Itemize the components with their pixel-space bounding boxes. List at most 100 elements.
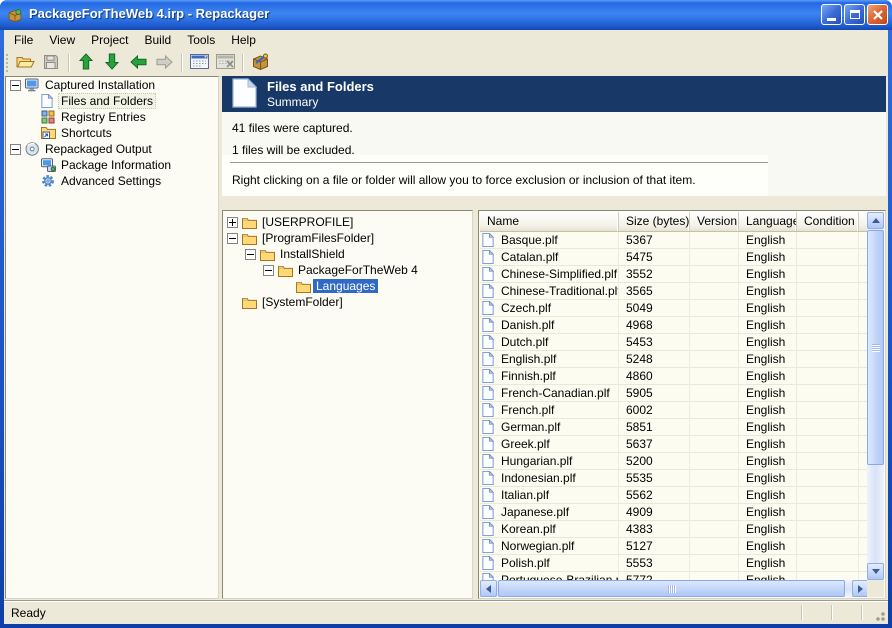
files-icon: [41, 94, 58, 108]
scroll-up-button[interactable]: [867, 212, 884, 229]
cell-language: English: [739, 521, 797, 538]
cell-language: English: [739, 266, 797, 283]
build-package-button[interactable]: [247, 51, 273, 75]
move-up-button[interactable]: [73, 51, 99, 75]
file-row-japanese-plf[interactable]: Japanese.plf4909English: [480, 504, 869, 521]
cell-name: Czech.plf: [480, 300, 619, 317]
column-header-condition[interactable]: Condition: [797, 212, 859, 231]
cell-version: [690, 402, 739, 419]
file-row-german-plf[interactable]: German.plf5851English: [480, 419, 869, 436]
summary-captured-line: 41 files were captured.: [232, 121, 353, 135]
file-icon: [482, 233, 498, 247]
title-bar[interactable]: PackageForTheWeb 4.irp - Repackager: [0, 0, 892, 30]
file-row-chinese-traditional-plf[interactable]: Chinese-Traditional.plf3565English: [480, 283, 869, 300]
maximize-button[interactable]: [844, 4, 865, 25]
folder-item-userprofile[interactable]: [USERPROFILE]: [223, 214, 472, 230]
folder-item-languages[interactable]: Languages: [223, 278, 472, 294]
cell-size: 5049: [619, 300, 690, 317]
file-icon: [482, 369, 498, 383]
menu-tools[interactable]: Tools: [179, 31, 223, 49]
cell-condition: [797, 317, 859, 334]
folder-icon: [260, 248, 277, 261]
column-header-name[interactable]: Name: [480, 212, 619, 231]
cell-name: German.plf: [480, 419, 619, 436]
horizontal-scroll-thumb[interactable]: [498, 580, 845, 597]
file-row-basque-plf[interactable]: Basque.plf5367English: [480, 232, 869, 249]
file-name: Indonesian.plf: [501, 470, 576, 486]
collapse-minus-icon[interactable]: [263, 265, 274, 276]
folder-item-packagefortheweb-4[interactable]: PackageForTheWeb 4: [223, 262, 472, 278]
nav-item-registry-entries[interactable]: Registry Entries: [6, 109, 218, 125]
folder-icon: [242, 216, 259, 229]
tree-item-label: Package Information: [58, 158, 174, 172]
nav-item-files-and-folders[interactable]: Files and Folders: [6, 93, 218, 109]
vertical-scrollbar[interactable]: [867, 212, 884, 580]
scroll-left-button[interactable]: [480, 580, 497, 597]
cell-condition: [797, 232, 859, 249]
file-row-dutch-plf[interactable]: Dutch.plf5453English: [480, 334, 869, 351]
file-icon: [482, 250, 498, 264]
file-row-polish-plf[interactable]: Polish.plf5553English: [480, 555, 869, 572]
folder-item-programfilesfolder[interactable]: [ProgramFilesFolder]: [223, 230, 472, 246]
collapse-minus-icon[interactable]: [10, 80, 21, 91]
capture-dialog-button[interactable]: [186, 51, 212, 75]
file-row-danish-plf[interactable]: Danish.plf4968English: [480, 317, 869, 334]
toolbar-grip[interactable]: [6, 54, 8, 72]
file-icon: [482, 556, 498, 570]
collapse-minus-icon[interactable]: [227, 233, 238, 244]
tree-item-label: Repackaged Output: [42, 142, 155, 156]
cell-version: [690, 334, 739, 351]
cell-size: 3565: [619, 283, 690, 300]
back-button[interactable]: [125, 51, 151, 75]
file-row-english-plf[interactable]: English.plf5248English: [480, 351, 869, 368]
cell-condition: [797, 402, 859, 419]
horizontal-scrollbar[interactable]: [480, 580, 869, 597]
column-header-version[interactable]: Version: [690, 212, 739, 231]
folder-item-installshield[interactable]: InstallShield: [223, 246, 472, 262]
file-row-finnish-plf[interactable]: Finnish.plf4860English: [480, 368, 869, 385]
folder-item-systemfolder[interactable]: [SystemFolder]: [223, 294, 472, 310]
file-row-catalan-plf[interactable]: Catalan.plf5475English: [480, 249, 869, 266]
file-row-czech-plf[interactable]: Czech.plf5049English: [480, 300, 869, 317]
file-row-korean-plf[interactable]: Korean.plf4383English: [480, 521, 869, 538]
expand-plus-icon[interactable]: [227, 217, 238, 228]
file-table-header: NameSize (bytes)VersionLanguageCondition: [480, 212, 869, 232]
cell-condition: [797, 521, 859, 538]
cell-name: English.plf: [480, 351, 619, 368]
menu-build[interactable]: Build: [137, 31, 180, 49]
open-project-button[interactable]: [12, 51, 38, 75]
cell-version: [690, 283, 739, 300]
nav-item-repackaged-output[interactable]: Repackaged Output: [6, 141, 218, 157]
menu-help[interactable]: Help: [223, 31, 264, 49]
scroll-down-button[interactable]: [867, 563, 884, 580]
menu-file[interactable]: File: [6, 31, 41, 49]
file-row-chinese-simplified-plf[interactable]: Chinese-Simplified.plf3552English: [480, 266, 869, 283]
file-row-norwegian-plf[interactable]: Norwegian.plf5127English: [480, 538, 869, 555]
file-row-greek-plf[interactable]: Greek.plf5637English: [480, 436, 869, 453]
nav-item-captured-installation[interactable]: Captured Installation: [6, 77, 218, 93]
collapse-minus-icon[interactable]: [245, 249, 256, 260]
file-name: Italian.plf: [501, 487, 549, 503]
close-button[interactable]: [867, 4, 888, 25]
file-row-indonesian-plf[interactable]: Indonesian.plf5535English: [480, 470, 869, 487]
app-window: PackageForTheWeb 4.irp - Repackager File…: [0, 0, 892, 628]
arrow-right-icon: [156, 55, 173, 72]
nav-item-shortcuts[interactable]: Shortcuts: [6, 125, 218, 141]
menu-view[interactable]: View: [41, 31, 83, 49]
resize-grip[interactable]: [873, 609, 886, 622]
vertical-scroll-thumb[interactable]: [867, 230, 884, 465]
cell-size: 3552: [619, 266, 690, 283]
file-row-hungarian-plf[interactable]: Hungarian.plf5200English: [480, 453, 869, 470]
move-down-button[interactable]: [99, 51, 125, 75]
file-row-french-canadian-plf[interactable]: French-Canadian.plf5905English: [480, 385, 869, 402]
collapse-minus-icon[interactable]: [10, 144, 21, 155]
nav-item-advanced-settings[interactable]: Advanced Settings: [6, 173, 218, 189]
column-header-language[interactable]: Language: [739, 212, 797, 231]
minimize-button[interactable]: [821, 4, 842, 25]
nav-item-package-information[interactable]: Package Information: [6, 157, 218, 173]
column-header-size-bytes[interactable]: Size (bytes): [619, 212, 690, 231]
cd-icon: [25, 142, 42, 156]
file-row-french-plf[interactable]: French.plf6002English: [480, 402, 869, 419]
menu-project[interactable]: Project: [83, 31, 136, 49]
file-row-italian-plf[interactable]: Italian.plf5562English: [480, 487, 869, 504]
